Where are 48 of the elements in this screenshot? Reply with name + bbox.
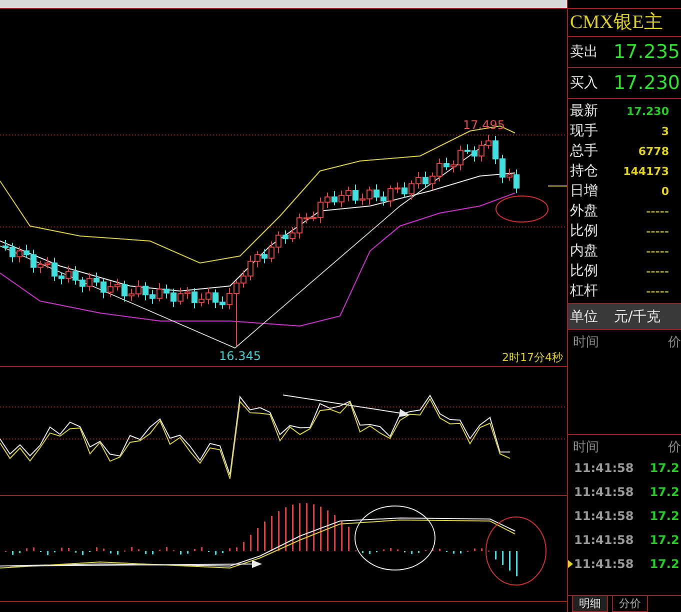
high-price-label: 17.495 — [463, 118, 505, 132]
stat-value: ----- — [646, 264, 669, 278]
trade-price: 17.2 — [650, 533, 680, 547]
trade-time: 11:41:58 — [574, 485, 634, 499]
instrument-title: CMX银E主 — [568, 8, 681, 36]
bid-label: 买入 — [570, 74, 598, 92]
stat-label: 比例 — [570, 262, 598, 280]
stat-value: 3 — [661, 124, 669, 138]
trade-time: 11:41:58 — [574, 557, 634, 571]
stat-value: ----- — [646, 244, 669, 258]
trade-time: 11:41:58 — [574, 461, 634, 475]
stat-label: 杠杆 — [570, 282, 598, 300]
stat-value: 6778 — [638, 144, 669, 158]
column-header: 时间 — [573, 334, 599, 351]
ask-price: 17.235 — [614, 41, 680, 63]
panel-tab[interactable]: 分价 — [612, 596, 648, 612]
ask-label: 卖出 — [570, 43, 598, 61]
stat-label: 外盘 — [570, 202, 598, 220]
column-header: 价 — [668, 439, 681, 456]
stat-value: 144173 — [623, 164, 669, 178]
column-header: 时间 — [573, 439, 599, 456]
trade-price: 17.2 — [650, 461, 680, 475]
stat-label: 比例 — [570, 222, 598, 240]
countdown-label: 2时17分4秒 — [502, 351, 563, 364]
trade-time: 11:41:58 — [574, 509, 634, 523]
trade-price: 17.2 — [650, 557, 680, 571]
trade-time: 11:41:58 — [574, 533, 634, 547]
unit-value: 元/千克 — [614, 308, 661, 326]
trade-price: 17.2 — [650, 485, 680, 499]
stat-label: 日增 — [570, 182, 598, 200]
low-price-label: 16.345 — [219, 349, 261, 363]
stat-label: 现手 — [570, 122, 598, 140]
stat-value: 17.230 — [626, 104, 669, 118]
stat-label: 持仓 — [570, 162, 598, 180]
stat-value: ----- — [646, 224, 669, 238]
stat-label: 内盘 — [570, 242, 598, 260]
bid-price: 17.230 — [614, 72, 680, 94]
stat-label: 最新 — [570, 102, 598, 120]
panel-tab[interactable]: 明细 — [572, 596, 608, 612]
trade-price: 17.2 — [650, 509, 680, 523]
stat-value: ----- — [646, 204, 669, 218]
stat-value: 0 — [661, 184, 669, 198]
stat-label: 总手 — [570, 142, 598, 160]
unit-label: 单位 — [570, 308, 598, 326]
stat-value: ----- — [646, 284, 669, 298]
column-header: 价 — [668, 334, 681, 351]
highlight-ellipse — [496, 196, 548, 222]
highlight-ellipse — [486, 516, 546, 586]
